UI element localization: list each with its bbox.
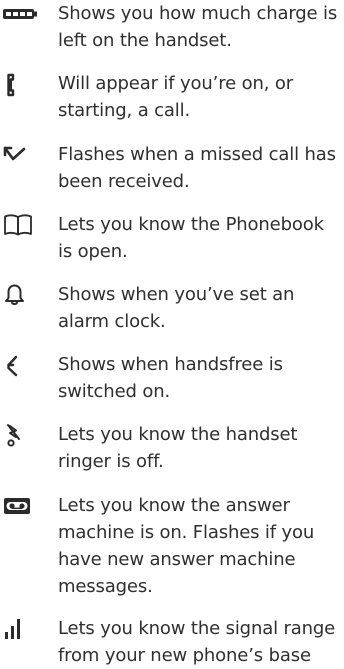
phonebook-icon	[0, 211, 52, 239]
alarm-bell-icon	[0, 281, 52, 309]
legend-text-answer-machine: Lets you know the answer machine is on. …	[58, 495, 315, 597]
legend-text-ringer-off: Lets you know the handset ringer is off.	[58, 424, 298, 472]
phone-handset-icon	[0, 71, 52, 99]
answer-machine-icon	[0, 492, 52, 520]
ringer-off-icon	[0, 422, 52, 450]
missed-call-arrow-icon	[0, 141, 52, 169]
signal-strength-icon	[0, 615, 52, 643]
icon-legend-page: Shows you how much charge is left on the…	[0, 0, 344, 669]
legend-text-alarm: Shows when you’ve set an alarm clock.	[58, 284, 295, 332]
handsfree-icon	[0, 352, 52, 380]
legend-text-phonebook: Lets you know the Phonebook is open.	[58, 214, 324, 262]
legend-text-handsfree: Shows when handsfree is switched on.	[58, 354, 283, 402]
legend-text-call: Will appear if you’re on, or starting, a…	[58, 73, 293, 121]
legend-text-missed-call: Flashes when a missed call has been rece…	[58, 144, 336, 192]
battery-icon	[0, 0, 52, 28]
legend-text-battery: Shows you how much charge is left on the…	[58, 3, 338, 51]
legend-text-signal: Lets you know the signal range from your…	[58, 618, 336, 666]
